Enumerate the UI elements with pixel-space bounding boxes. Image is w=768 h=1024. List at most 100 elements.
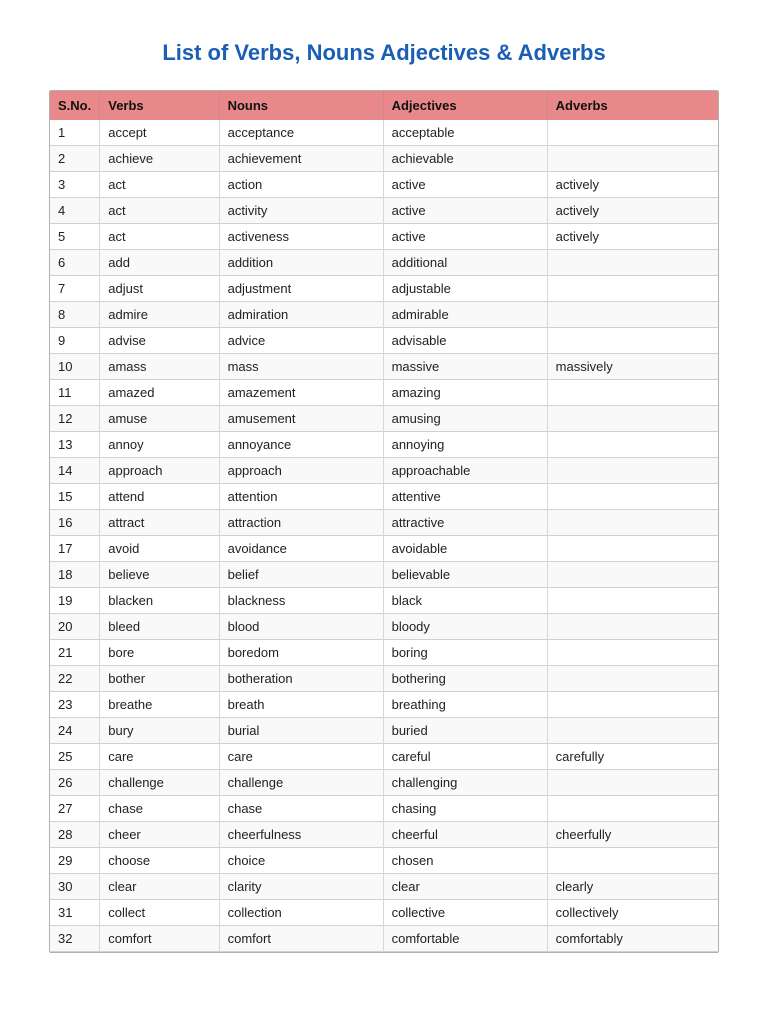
cell-18-4 <box>547 588 718 614</box>
cell-17-0: 18 <box>50 562 100 588</box>
table-row: 32comfortcomfortcomfortablecomfortably <box>50 926 718 952</box>
table-row: 5actactivenessactiveactively <box>50 224 718 250</box>
cell-13-4 <box>547 458 718 484</box>
cell-22-2: breath <box>219 692 383 718</box>
cell-11-4 <box>547 406 718 432</box>
cell-29-4: clearly <box>547 874 718 900</box>
cell-8-3: advisable <box>383 328 547 354</box>
cell-20-2: boredom <box>219 640 383 666</box>
cell-19-1: bleed <box>100 614 219 640</box>
header-adverbs: Adverbs <box>547 91 718 120</box>
word-table-container: S.No. Verbs Nouns Adjectives Adverbs 1ac… <box>49 90 719 953</box>
cell-17-2: belief <box>219 562 383 588</box>
cell-30-3: collective <box>383 900 547 926</box>
table-row: 21boreboredomboring <box>50 640 718 666</box>
cell-13-0: 14 <box>50 458 100 484</box>
header-verbs: Verbs <box>100 91 219 120</box>
table-row: 4actactivityactiveactively <box>50 198 718 224</box>
cell-16-2: avoidance <box>219 536 383 562</box>
cell-15-0: 16 <box>50 510 100 536</box>
cell-6-2: adjustment <box>219 276 383 302</box>
cell-14-2: attention <box>219 484 383 510</box>
table-row: 10amassmassmassivemassively <box>50 354 718 380</box>
cell-0-3: acceptable <box>383 120 547 146</box>
cell-1-0: 2 <box>50 146 100 172</box>
table-row: 1acceptacceptanceacceptable <box>50 120 718 146</box>
cell-0-4 <box>547 120 718 146</box>
cell-9-3: massive <box>383 354 547 380</box>
cell-11-3: amusing <box>383 406 547 432</box>
table-body: 1acceptacceptanceacceptable2achieveachie… <box>50 120 718 952</box>
cell-3-3: active <box>383 198 547 224</box>
cell-4-1: act <box>100 224 219 250</box>
cell-23-3: buried <box>383 718 547 744</box>
table-row: 2achieveachievementachievable <box>50 146 718 172</box>
cell-29-1: clear <box>100 874 219 900</box>
cell-12-3: annoying <box>383 432 547 458</box>
cell-25-0: 26 <box>50 770 100 796</box>
cell-14-3: attentive <box>383 484 547 510</box>
table-row: 17avoidavoidanceavoidable <box>50 536 718 562</box>
cell-6-1: adjust <box>100 276 219 302</box>
table-row: 12amuseamusementamusing <box>50 406 718 432</box>
cell-4-3: active <box>383 224 547 250</box>
cell-26-1: chase <box>100 796 219 822</box>
cell-22-4 <box>547 692 718 718</box>
cell-16-3: avoidable <box>383 536 547 562</box>
cell-7-4 <box>547 302 718 328</box>
cell-29-3: clear <box>383 874 547 900</box>
header-nouns: Nouns <box>219 91 383 120</box>
cell-21-0: 22 <box>50 666 100 692</box>
cell-12-4 <box>547 432 718 458</box>
cell-10-3: amazing <box>383 380 547 406</box>
table-row: 28cheercheerfulnesscheerfulcheerfully <box>50 822 718 848</box>
table-row: 13annoyannoyanceannoying <box>50 432 718 458</box>
table-header-row: S.No. Verbs Nouns Adjectives Adverbs <box>50 91 718 120</box>
page-title: List of Verbs, Nouns Adjectives & Adverb… <box>162 40 605 66</box>
table-row: 8admireadmirationadmirable <box>50 302 718 328</box>
cell-16-0: 17 <box>50 536 100 562</box>
cell-10-4 <box>547 380 718 406</box>
word-table: S.No. Verbs Nouns Adjectives Adverbs 1ac… <box>50 91 718 952</box>
cell-24-2: care <box>219 744 383 770</box>
cell-17-1: believe <box>100 562 219 588</box>
cell-15-2: attraction <box>219 510 383 536</box>
cell-12-2: annoyance <box>219 432 383 458</box>
cell-8-0: 9 <box>50 328 100 354</box>
cell-16-4 <box>547 536 718 562</box>
cell-27-3: cheerful <box>383 822 547 848</box>
cell-12-1: annoy <box>100 432 219 458</box>
cell-31-2: comfort <box>219 926 383 952</box>
cell-2-4: actively <box>547 172 718 198</box>
cell-8-4 <box>547 328 718 354</box>
cell-2-0: 3 <box>50 172 100 198</box>
table-row: 29choosechoicechosen <box>50 848 718 874</box>
cell-6-3: adjustable <box>383 276 547 302</box>
cell-15-3: attractive <box>383 510 547 536</box>
table-row: 9adviseadviceadvisable <box>50 328 718 354</box>
cell-28-3: chosen <box>383 848 547 874</box>
cell-26-2: chase <box>219 796 383 822</box>
cell-30-2: collection <box>219 900 383 926</box>
table-row: 3actactionactiveactively <box>50 172 718 198</box>
cell-22-1: breathe <box>100 692 219 718</box>
cell-9-1: amass <box>100 354 219 380</box>
cell-7-1: admire <box>100 302 219 328</box>
table-row: 23breathebreathbreathing <box>50 692 718 718</box>
cell-4-4: actively <box>547 224 718 250</box>
cell-10-0: 11 <box>50 380 100 406</box>
cell-2-1: act <box>100 172 219 198</box>
cell-19-2: blood <box>219 614 383 640</box>
cell-14-0: 15 <box>50 484 100 510</box>
cell-30-1: collect <box>100 900 219 926</box>
cell-5-2: addition <box>219 250 383 276</box>
cell-17-4 <box>547 562 718 588</box>
cell-28-1: choose <box>100 848 219 874</box>
cell-18-3: black <box>383 588 547 614</box>
cell-11-0: 12 <box>50 406 100 432</box>
cell-30-0: 31 <box>50 900 100 926</box>
cell-25-4 <box>547 770 718 796</box>
cell-28-0: 29 <box>50 848 100 874</box>
cell-13-3: approachable <box>383 458 547 484</box>
cell-2-3: active <box>383 172 547 198</box>
